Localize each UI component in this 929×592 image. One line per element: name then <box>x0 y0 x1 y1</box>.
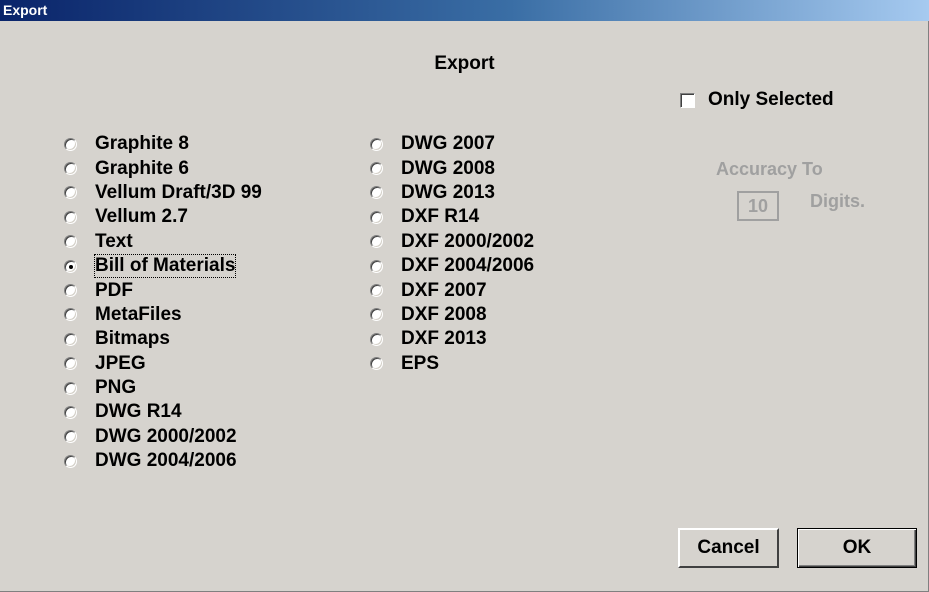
format-option[interactable]: DWG R14 <box>64 400 262 424</box>
format-option-label: DWG 2007 <box>401 133 495 155</box>
format-option-label: Text <box>95 230 133 252</box>
dialog-heading-text: Export <box>434 53 495 74</box>
radio-button[interactable] <box>370 259 383 273</box>
format-option-label: DXF 2007 <box>401 279 487 301</box>
format-option[interactable]: PNG <box>64 376 262 400</box>
radio-button[interactable] <box>370 210 383 224</box>
format-option-label: DXF R14 <box>401 206 480 228</box>
format-option-label: DWG 2000/2002 <box>95 425 237 447</box>
format-option-label: DXF 2013 <box>401 328 487 350</box>
format-option-label: EPS <box>401 352 440 374</box>
format-option[interactable]: PDF <box>64 278 262 302</box>
format-option-label: DXF 2004/2006 <box>401 255 535 277</box>
accuracy-digits-suffix: Digits. <box>810 191 866 211</box>
radio-button[interactable] <box>370 308 383 322</box>
format-option[interactable]: Graphite 6 <box>64 156 262 180</box>
accuracy-digits-field: 10 <box>737 191 779 221</box>
title-bar[interactable]: Export <box>0 0 929 21</box>
format-option-label: PDF <box>95 279 133 301</box>
format-list-column-1: Graphite 8 Graphite 6 Vellum Draft/3D 99 Ve… <box>64 132 262 473</box>
radio-button[interactable] <box>64 308 77 322</box>
only-selected-label: Only Selected <box>708 89 834 110</box>
export-dialog: Export Export Graphite 8 Graphite 6 Vellum… <box>0 0 929 592</box>
only-selected-checkbox[interactable] <box>680 92 695 108</box>
radio-button[interactable] <box>64 405 77 419</box>
only-selected-option[interactable]: Only Selected <box>680 89 834 111</box>
radio-button[interactable] <box>64 186 77 200</box>
radio-button[interactable] <box>64 259 77 273</box>
format-option-label: DWG R14 <box>95 401 182 423</box>
radio-button[interactable] <box>64 284 77 298</box>
format-option[interactable]: EPS <box>370 352 534 376</box>
window-title: Export <box>3 2 48 18</box>
radio-button[interactable] <box>370 357 383 371</box>
radio-button[interactable] <box>370 235 383 249</box>
format-option[interactable]: Vellum 2.7 <box>64 205 262 229</box>
format-option-label: Graphite 8 <box>95 133 189 155</box>
radio-button[interactable] <box>64 454 77 468</box>
radio-button[interactable] <box>370 162 383 176</box>
format-option-label: Vellum 2.7 <box>95 206 188 228</box>
format-option[interactable]: Bill of Materials <box>64 254 262 279</box>
format-option[interactable]: DWG 2004/2006 <box>64 449 262 473</box>
format-option[interactable]: Bitmaps <box>64 327 262 351</box>
format-option-label: Bitmaps <box>95 328 170 350</box>
format-option[interactable]: Vellum Draft/3D 99 <box>64 181 262 205</box>
radio-button[interactable] <box>64 162 77 176</box>
format-option[interactable]: DXF 2004/2006 <box>370 254 534 278</box>
format-option[interactable]: MetaFiles <box>64 303 262 327</box>
radio-button[interactable] <box>370 332 383 346</box>
radio-button[interactable] <box>64 137 77 151</box>
radio-button[interactable] <box>370 284 383 298</box>
radio-button[interactable] <box>370 186 383 200</box>
format-option-label: DXF 2008 <box>401 303 487 325</box>
format-option-label: Graphite 6 <box>95 157 189 179</box>
radio-button[interactable] <box>64 381 77 395</box>
format-list-column-2: DWG 2007 DWG 2008 DWG 2013 DXF R14 DXF 2000/… <box>370 132 534 376</box>
format-option[interactable]: DWG 2007 <box>370 132 534 156</box>
radio-button[interactable] <box>64 357 77 371</box>
radio-button[interactable] <box>370 137 383 151</box>
format-option-label: DWG 2004/2006 <box>95 450 237 472</box>
dialog-heading: Export <box>0 53 929 75</box>
radio-button[interactable] <box>64 235 77 249</box>
format-option[interactable]: DXF 2007 <box>370 278 534 302</box>
format-option[interactable]: Text <box>64 230 262 254</box>
format-option[interactable]: DXF R14 <box>370 205 534 229</box>
radio-button[interactable] <box>64 430 77 444</box>
format-option-label: PNG <box>95 377 137 399</box>
accuracy-label: Accuracy To <box>716 159 823 179</box>
radio-button[interactable] <box>64 210 77 224</box>
radio-dot <box>69 264 73 269</box>
format-option[interactable]: JPEG <box>64 352 262 376</box>
radio-button[interactable] <box>64 332 77 346</box>
format-option-label: DXF 2000/2002 <box>401 230 535 252</box>
format-option-label: Bill of Materials <box>93 254 237 279</box>
ok-button[interactable]: OK <box>797 528 917 568</box>
format-option[interactable]: DWG 2008 <box>370 156 534 180</box>
format-option-label: JPEG <box>95 352 146 374</box>
format-option[interactable]: DWG 2000/2002 <box>64 425 262 449</box>
format-option[interactable]: DWG 2013 <box>370 181 534 205</box>
format-option-label: Vellum Draft/3D 99 <box>95 181 262 203</box>
format-option[interactable]: DXF 2013 <box>370 327 534 351</box>
cancel-button[interactable]: Cancel <box>678 528 779 568</box>
format-option-label: DWG 2008 <box>401 157 495 179</box>
format-option[interactable]: DXF 2000/2002 <box>370 230 534 254</box>
format-option[interactable]: Graphite 8 <box>64 132 262 156</box>
format-option-label: MetaFiles <box>95 303 182 325</box>
format-option[interactable]: DXF 2008 <box>370 303 534 327</box>
format-option-label: DWG 2013 <box>401 181 495 203</box>
